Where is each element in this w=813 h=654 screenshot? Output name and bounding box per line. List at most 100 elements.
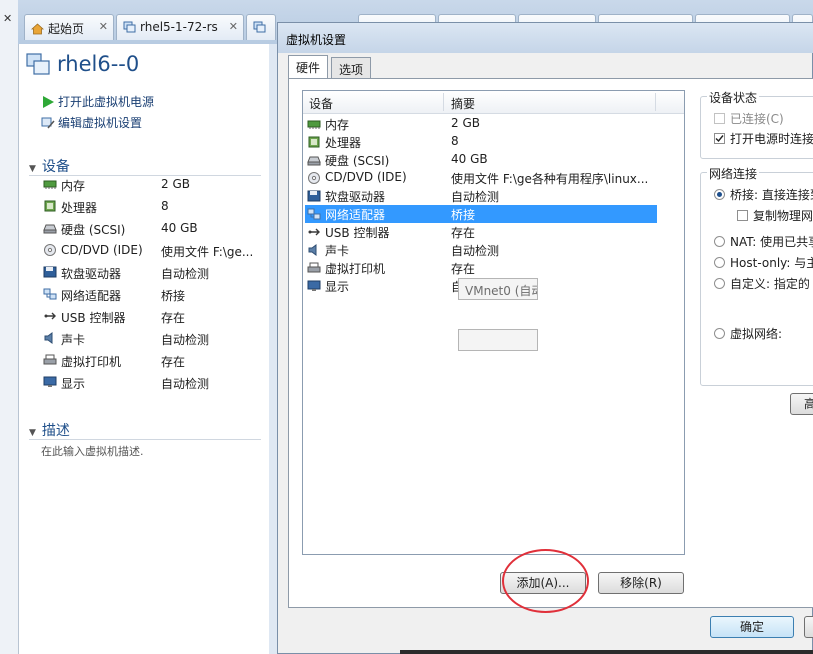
description-placeholder[interactable]: 在此输入虚拟机描述.	[41, 443, 144, 459]
edit-settings-icon	[41, 117, 55, 129]
harddisk-icon	[307, 154, 321, 166]
device-row[interactable]: 内存 2 GB	[43, 175, 263, 195]
nat-label: NAT: 使用已共享	[730, 235, 813, 249]
power-on-action[interactable]: 打开此虚拟机电源	[41, 93, 154, 110]
description-section-header[interactable]: ▼ 描述	[29, 420, 70, 440]
network-icon	[43, 288, 57, 300]
dialog-titlebar[interactable]: 虚拟机设置	[278, 23, 813, 53]
lan-segment-label: 虚拟网络:	[730, 327, 783, 341]
hardware-row[interactable]: 网络适配器 桥接	[305, 205, 657, 223]
connected-label: 已连接(C)	[730, 112, 784, 126]
column-device[interactable]: 设备	[309, 95, 333, 112]
cpu-icon	[307, 136, 321, 148]
device-row[interactable]: USB 控制器 存在	[43, 307, 263, 327]
hardware-row[interactable]: USB 控制器 存在	[305, 223, 657, 241]
cancel-button[interactable]	[804, 616, 813, 638]
tab-rhel5-label: rhel5-1-72-rs	[140, 20, 218, 34]
home-icon	[30, 23, 45, 35]
tab-rhel6[interactable]	[246, 14, 276, 40]
connected-checkbox[interactable]	[714, 113, 725, 124]
vm-summary-panel: rhel6--0 打开此虚拟机电源 编辑虚拟机设置 ▼ 设备 内存 2 GB 处理器 8…	[19, 44, 269, 654]
column-separator	[655, 93, 656, 111]
lan-segment-radio[interactable]	[714, 328, 725, 339]
hardware-name: CD/DVD (IDE)	[325, 170, 407, 184]
dialog-title: 虚拟机设置	[286, 33, 347, 47]
close-icon[interactable]: ✕	[3, 12, 12, 25]
hardware-row[interactable]: CD/DVD (IDE) 使用文件 F:\ge各种有用程序\linux...	[305, 169, 657, 187]
device-row[interactable]: 声卡 自动检测	[43, 329, 263, 349]
device-name: 虚拟打印机	[61, 355, 122, 369]
column-summary[interactable]: 摘要	[451, 95, 475, 112]
list-header: 设备 摘要	[303, 91, 684, 114]
sound-icon	[43, 332, 57, 344]
device-row[interactable]: 显示 自动检测	[43, 373, 263, 393]
device-name: 显示	[61, 377, 86, 391]
hardware-row[interactable]: 内存 2 GB	[305, 115, 657, 133]
printer-icon	[307, 262, 321, 274]
hostonly-radio[interactable]	[714, 257, 725, 268]
hardware-summary: 桥接	[451, 208, 476, 222]
remove-button[interactable]: 移除(R)	[598, 572, 684, 594]
device-value: 存在	[161, 311, 186, 325]
cpu-icon	[43, 200, 57, 212]
hardware-row[interactable]: 软盘驱动器 自动检测	[305, 187, 657, 205]
annotation-circle	[502, 549, 589, 613]
tab-home[interactable]: 起始页 ✕	[24, 14, 114, 40]
device-row[interactable]: 网络适配器 桥接	[43, 285, 263, 305]
device-row[interactable]: CD/DVD (IDE) 使用文件 F:\ge...	[43, 241, 263, 261]
device-name: 网络适配器	[61, 289, 122, 303]
custom-network-select[interactable]: VMnet0 (自动	[458, 278, 538, 300]
replicate-state-checkbox[interactable]	[737, 210, 748, 221]
device-name: 内存	[61, 179, 86, 193]
tab-rhel5[interactable]: rhel5-1-72-rs ✕	[116, 14, 244, 40]
hardware-name: 显示	[325, 280, 350, 294]
tab-hardware[interactable]: 硬件	[288, 55, 329, 79]
hardware-summary: 40 GB	[451, 152, 488, 166]
memory-icon	[43, 178, 57, 190]
taskbar-edge	[400, 650, 813, 654]
edit-settings-action[interactable]: 编辑虚拟机设置	[41, 114, 142, 131]
connect-at-power-on-label: 打开电源时连接	[730, 132, 813, 146]
hardware-summary: 存在	[451, 262, 476, 276]
nat-radio[interactable]	[714, 236, 725, 247]
custom-radio[interactable]	[714, 278, 725, 289]
display-icon	[307, 280, 321, 292]
vm-title: rhel6--0	[57, 52, 140, 76]
hardware-name: 网络适配器	[325, 208, 386, 222]
device-row[interactable]: 虚拟打印机 存在	[43, 351, 263, 371]
hardware-row[interactable]: 虚拟打印机 存在	[305, 259, 657, 277]
hardware-name: 硬盘 (SCSI)	[325, 154, 390, 168]
hardware-row[interactable]: 处理器 8	[305, 133, 657, 151]
hardware-name: 声卡	[325, 244, 350, 258]
hardware-summary: 自动检测	[451, 190, 500, 204]
ok-button[interactable]: 确定	[710, 616, 794, 638]
device-row[interactable]: 软盘驱动器 自动检测	[43, 263, 263, 283]
collapse-icon: ▼	[29, 164, 36, 174]
tab-close-icon[interactable]: ✕	[229, 20, 238, 33]
edit-settings-label: 编辑虚拟机设置	[58, 116, 143, 130]
device-status-label: 设备状态	[707, 89, 760, 106]
hardware-row[interactable]: 声卡 自动检测	[305, 241, 657, 259]
divider	[29, 439, 261, 440]
printer-icon	[43, 354, 57, 366]
custom-label: 自定义: 指定的	[730, 277, 810, 291]
network-connection-label: 网络连接	[707, 165, 760, 182]
vm-icon	[26, 53, 50, 75]
hardware-list[interactable]: 设备 摘要 内存 2 GB 处理器 8 硬盘 (SCSI) 40 GB CD/DVD (ID…	[302, 90, 685, 555]
device-row[interactable]: 硬盘 (SCSI) 40 GB	[43, 219, 263, 239]
connect-at-power-on-checkbox[interactable]	[714, 133, 725, 144]
tab-close-icon[interactable]: ✕	[99, 20, 108, 33]
tab-options[interactable]: 选项	[331, 57, 372, 78]
memory-icon	[307, 118, 321, 130]
hardware-row[interactable]: 硬盘 (SCSI) 40 GB	[305, 151, 657, 169]
device-row[interactable]: 处理器 8	[43, 197, 263, 217]
hardware-name: 处理器	[325, 136, 362, 150]
hardware-summary: 存在	[451, 226, 476, 240]
lan-segment-select[interactable]	[458, 329, 538, 351]
devices-section-header[interactable]: ▼ 设备	[29, 156, 70, 176]
device-value: 自动检测	[161, 333, 210, 347]
left-library-strip: ✕	[0, 0, 19, 654]
advanced-button[interactable]: 高	[790, 393, 813, 415]
hardware-summary: 8	[451, 134, 459, 148]
bridged-radio[interactable]	[714, 189, 725, 200]
